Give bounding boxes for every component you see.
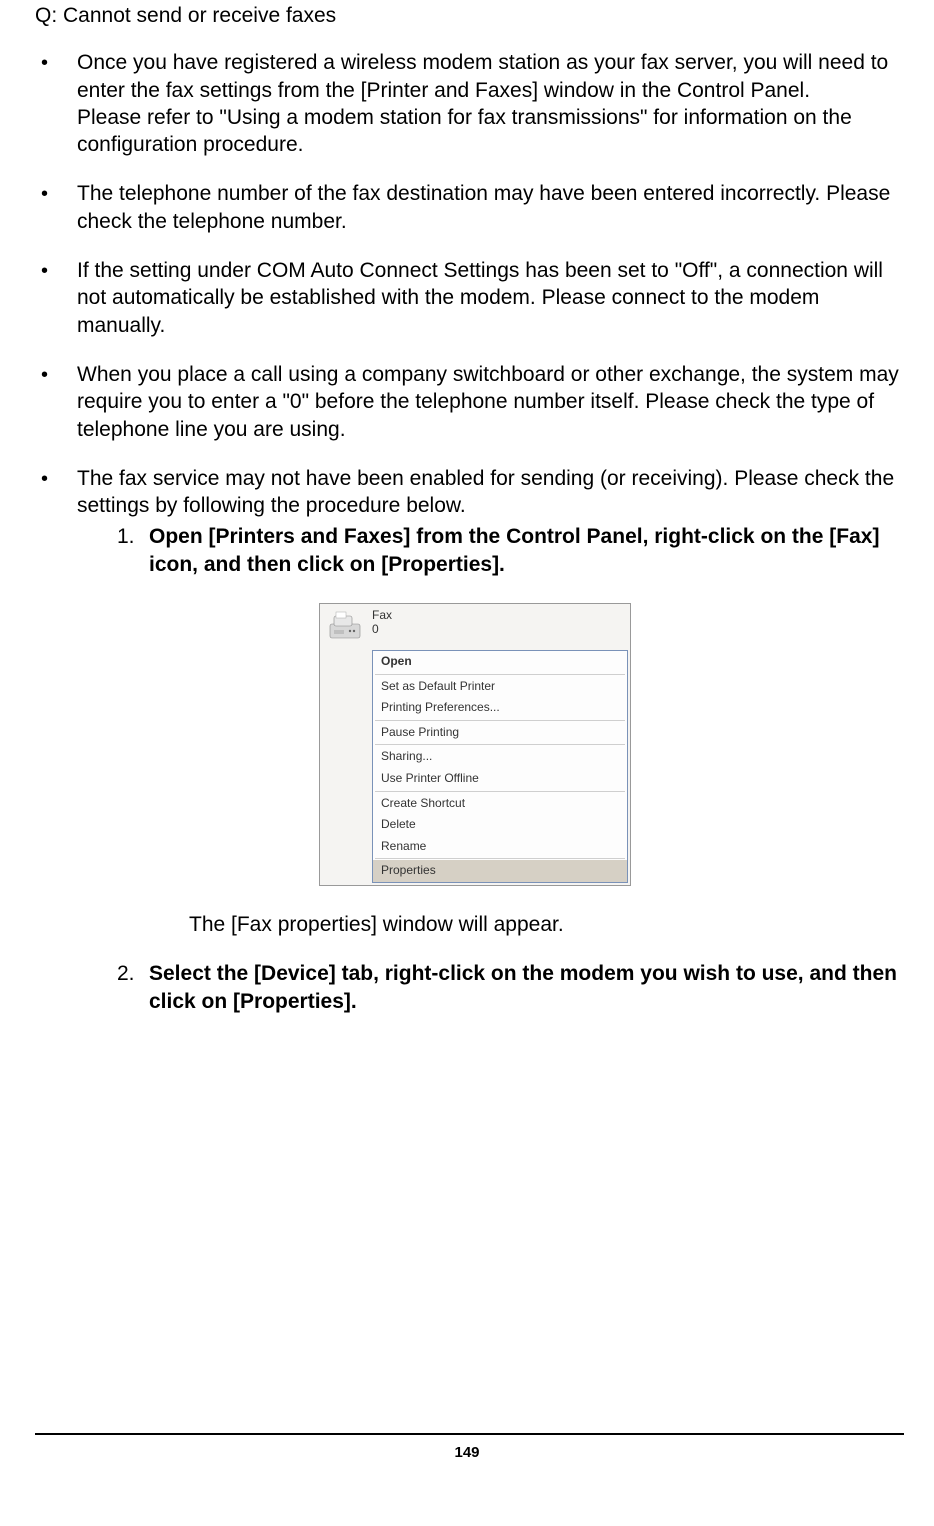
page-footer: 149 [0, 1433, 934, 1463]
fax-label-line: Fax [372, 608, 392, 622]
step-item: 1. Open [Printers and Faxes] from the Co… [117, 523, 904, 938]
bullet-text: Please refer to "Using a modem station f… [77, 104, 904, 159]
fax-icon-label: Fax 0 [372, 608, 392, 637]
screenshot-figure: Fax 0 Open Set as Default Printer Printi… [319, 603, 631, 886]
menu-item-rename[interactable]: Rename [373, 836, 627, 858]
bullet-text: Once you have registered a wireless mode… [77, 51, 888, 101]
menu-item-open[interactable]: Open [373, 651, 627, 673]
menu-item-offline[interactable]: Use Printer Offline [373, 768, 627, 790]
bullet-item: Once you have registered a wireless mode… [35, 49, 904, 158]
bullet-item: The fax service may not have been enable… [35, 465, 904, 1015]
bullet-text: The fax service may not have been enable… [77, 467, 894, 517]
numbered-steps: 1. Open [Printers and Faxes] from the Co… [117, 523, 904, 1014]
step-result-text: The [Fax properties] window will appear. [189, 911, 904, 938]
step-number: 2. [117, 960, 135, 987]
step-text: Open [Printers and Faxes] from the Contr… [149, 525, 879, 575]
menu-separator [375, 720, 625, 721]
menu-separator [375, 744, 625, 745]
bullet-text: The telephone number of the fax destinat… [77, 182, 890, 232]
bullet-item: If the setting under COM Auto Connect Se… [35, 257, 904, 339]
step-number: 1. [117, 523, 135, 550]
bullet-text: When you place a call using a company sw… [77, 363, 899, 441]
page-title: Q: Cannot send or receive faxes [35, 2, 904, 29]
context-menu: Open Set as Default Printer Printing Pre… [372, 650, 628, 883]
menu-separator [375, 791, 625, 792]
footer-rule [35, 1433, 904, 1435]
menu-item-set-default[interactable]: Set as Default Printer [373, 676, 627, 698]
page-number: 149 [0, 1443, 934, 1463]
menu-item-shortcut[interactable]: Create Shortcut [373, 793, 627, 815]
bullet-list: Once you have registered a wireless mode… [35, 49, 904, 1015]
bullet-item: When you place a call using a company sw… [35, 361, 904, 443]
menu-item-pause[interactable]: Pause Printing [373, 722, 627, 744]
menu-separator [375, 858, 625, 859]
menu-item-preferences[interactable]: Printing Preferences... [373, 697, 627, 719]
menu-item-delete[interactable]: Delete [373, 814, 627, 836]
step-text: Select the [Device] tab, right-click on … [149, 962, 897, 1012]
fax-machine-icon [326, 608, 366, 644]
menu-item-sharing[interactable]: Sharing... [373, 746, 627, 768]
step-item: 2. Select the [Device] tab, right-click … [117, 960, 904, 1015]
bullet-item: The telephone number of the fax destinat… [35, 180, 904, 235]
fax-label-line: 0 [372, 622, 392, 636]
menu-item-properties[interactable]: Properties [373, 860, 627, 882]
menu-separator [375, 674, 625, 675]
bullet-text: If the setting under COM Auto Connect Se… [77, 259, 883, 337]
